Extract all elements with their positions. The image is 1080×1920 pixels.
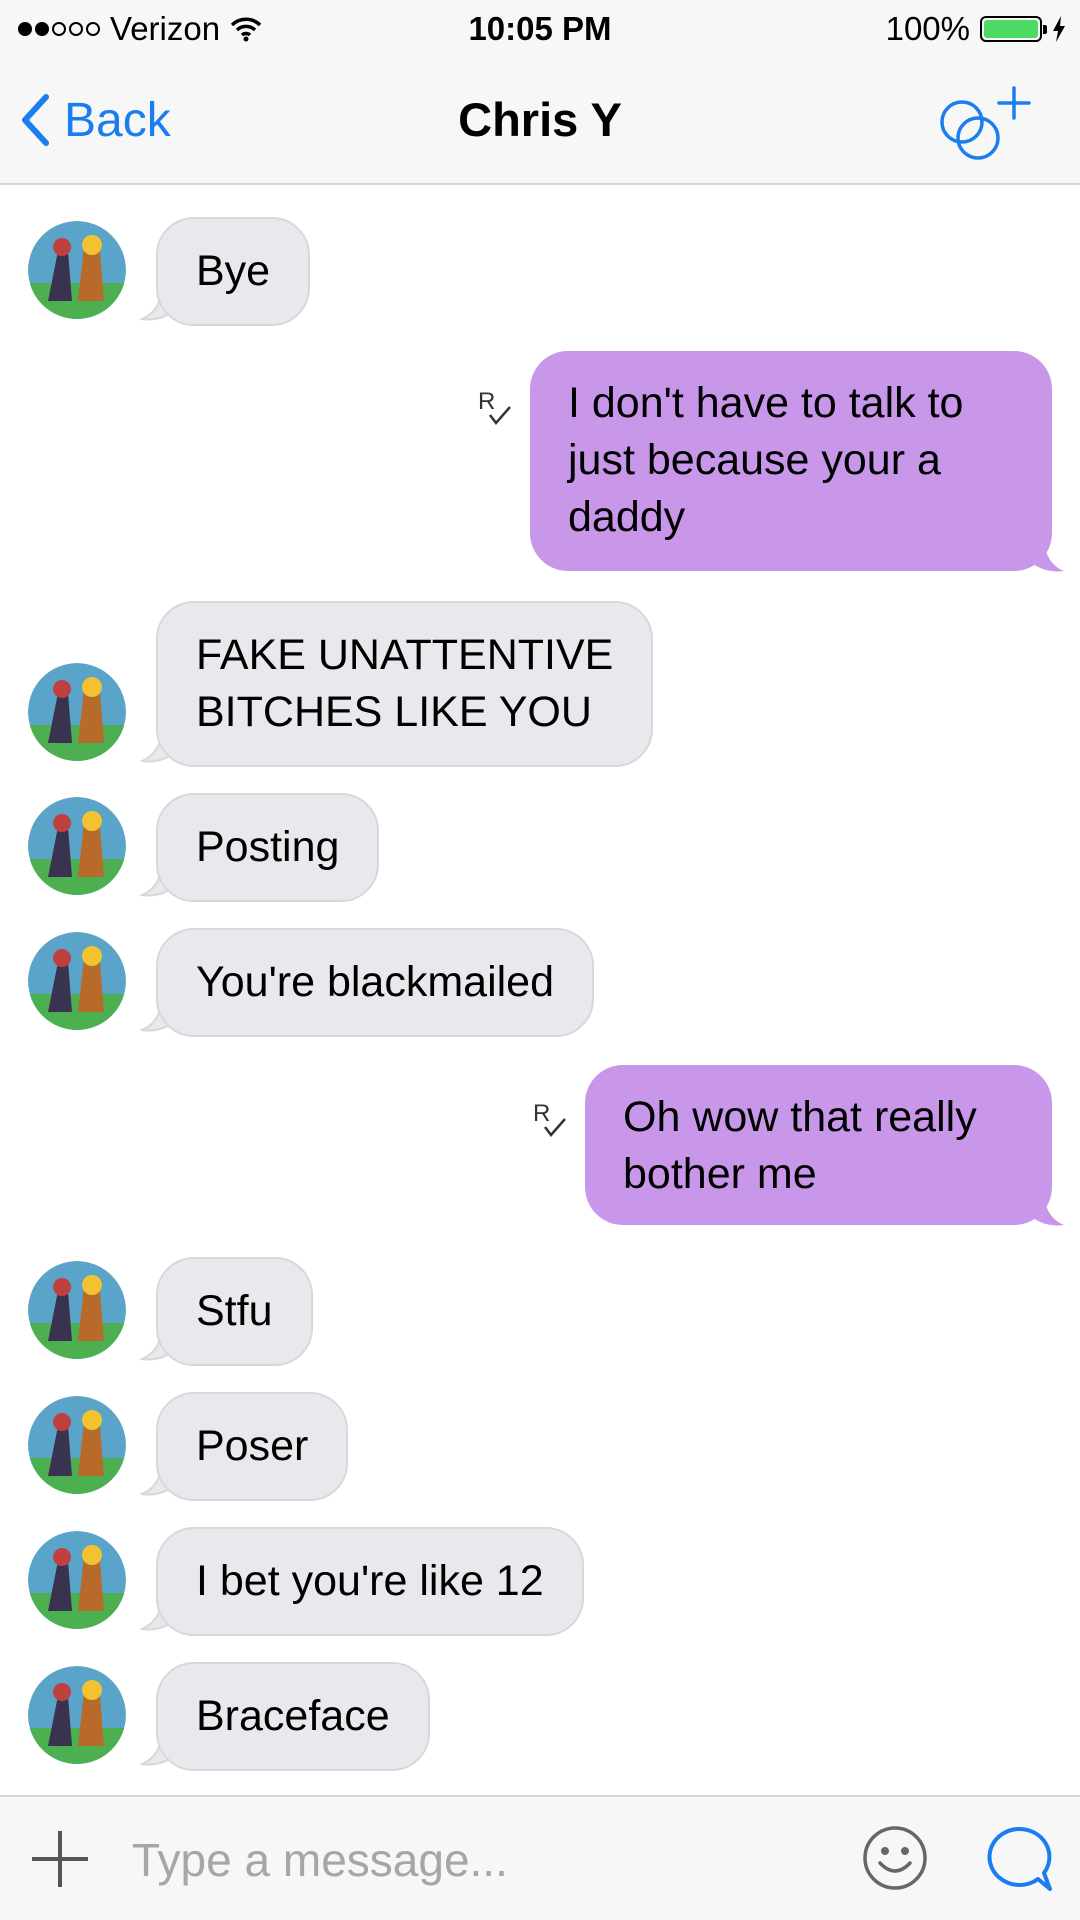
message-row-incoming: Poser: [0, 1392, 1080, 1501]
message-bubble-outgoing[interactable]: I don't have to talk to just because you…: [530, 351, 1052, 571]
message-bubble-incoming[interactable]: Braceface: [156, 1662, 430, 1771]
conversation-title: Chris Y: [458, 93, 622, 146]
message-bubble-incoming[interactable]: Stfu: [156, 1257, 313, 1366]
message-list[interactable]: Bye R I don't have to talk to just becau…: [0, 185, 1080, 1795]
read-receipt-icon: R: [533, 1100, 566, 1137]
smiley-icon: [863, 1826, 927, 1890]
charging-bolt-icon: [1053, 16, 1065, 42]
contact-avatar[interactable]: [28, 221, 126, 319]
message-bubble-incoming[interactable]: Posting: [156, 793, 380, 902]
battery-percent: 100%: [885, 10, 970, 47]
message-input[interactable]: [130, 1819, 814, 1901]
message-row-incoming: Bye: [0, 217, 1080, 326]
message-row-incoming: FAKE UNATTENTIVE BITCHES LIKE YOU: [0, 601, 1080, 767]
chat-bubble-icon: [987, 1826, 1052, 1891]
message-bubble-incoming[interactable]: You're blackmailed: [156, 928, 595, 1037]
contact-avatar[interactable]: [28, 1666, 126, 1764]
battery-icon: [980, 16, 1047, 42]
contact-avatar[interactable]: [28, 1396, 126, 1494]
contact-avatar[interactable]: [28, 1531, 126, 1629]
svg-text:R: R: [533, 1100, 550, 1127]
contact-avatar[interactable]: [28, 932, 126, 1030]
message-bubble-incoming[interactable]: Poser: [156, 1392, 349, 1501]
message-row-incoming: Posting: [0, 793, 1080, 902]
add-participant-button[interactable]: [932, 84, 1042, 164]
message-bubble-incoming[interactable]: Bye: [156, 217, 311, 326]
message-composer: [0, 1795, 1080, 1920]
status-bar: Verizon 10:05 PM 100%: [0, 0, 1080, 58]
contact-avatar[interactable]: [28, 663, 126, 761]
add-participant-icon: [940, 86, 1031, 160]
message-bubble-incoming[interactable]: I bet you're like 12: [156, 1527, 584, 1636]
attach-button[interactable]: [30, 1829, 90, 1889]
message-row-incoming: You're blackmailed: [0, 928, 1080, 1037]
message-row-outgoing: R I don't have to talk to just because y…: [0, 351, 1080, 572]
navigation-bar: Back Chris Y: [0, 58, 1080, 185]
read-receipt-icon: R: [478, 388, 511, 425]
message-row-incoming: I bet you're like 12: [0, 1527, 1080, 1636]
contact-avatar[interactable]: [28, 1261, 126, 1359]
message-row-incoming: Braceface: [0, 1662, 1080, 1771]
message-bubble-incoming[interactable]: FAKE UNATTENTIVE BITCHES LIKE YOU: [156, 601, 654, 767]
plus-icon: [32, 1831, 88, 1887]
message-bubble-outgoing[interactable]: Oh wow that really bother me: [585, 1065, 1052, 1225]
emoji-button[interactable]: [862, 1825, 928, 1891]
svg-text:R: R: [478, 388, 495, 415]
contact-avatar[interactable]: [28, 797, 126, 895]
send-button[interactable]: [982, 1823, 1054, 1895]
status-right: 100%: [886, 8, 1066, 50]
message-row-incoming: Stfu: [0, 1257, 1080, 1366]
message-row-outgoing: R Oh wow that really bother me: [0, 1065, 1080, 1226]
